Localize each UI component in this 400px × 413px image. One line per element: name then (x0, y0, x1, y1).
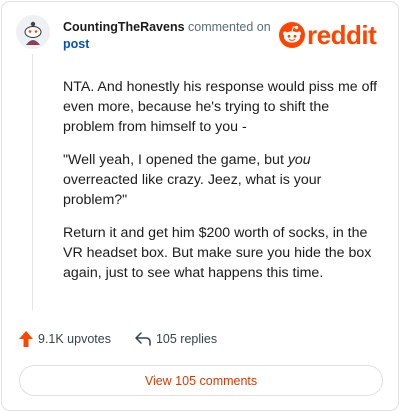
username-link[interactable]: CountingTheRavens (63, 20, 185, 34)
upvote-button[interactable]: 9.1K upvotes (19, 331, 111, 347)
comment-card: CountingTheRavens commented on post redd… (1, 1, 399, 411)
comment-paragraph-1: NTA. And honestly his response would pis… (63, 79, 378, 135)
reddit-logo[interactable]: reddit (279, 20, 377, 50)
replies-count: 105 replies (155, 332, 218, 346)
view-comments-button[interactable]: View 105 comments (19, 365, 383, 396)
reply-arrow-icon (135, 332, 151, 346)
comment-footer: 9.1K upvotes 105 replies (19, 331, 217, 347)
reddit-snoo-icon (279, 22, 305, 48)
user-avatar[interactable] (16, 15, 50, 49)
reddit-wordmark: reddit (307, 20, 377, 50)
replies-button[interactable]: 105 replies (135, 332, 217, 346)
comment-paragraph-2: "Well yeah, I opened the game, but you o… (63, 152, 322, 208)
action-text: commented on (188, 20, 271, 34)
comment-paragraph-3: Return it and get him $200 worth of sock… (63, 225, 372, 281)
comment-header: CountingTheRavens commented on post (63, 19, 278, 53)
upvote-count: 9.1K upvotes (38, 332, 111, 346)
upvote-arrow-icon (19, 331, 33, 347)
thread-line (32, 54, 33, 310)
post-link[interactable]: post (63, 37, 89, 51)
comment-body: NTA. And honestly his response would pis… (63, 77, 383, 296)
